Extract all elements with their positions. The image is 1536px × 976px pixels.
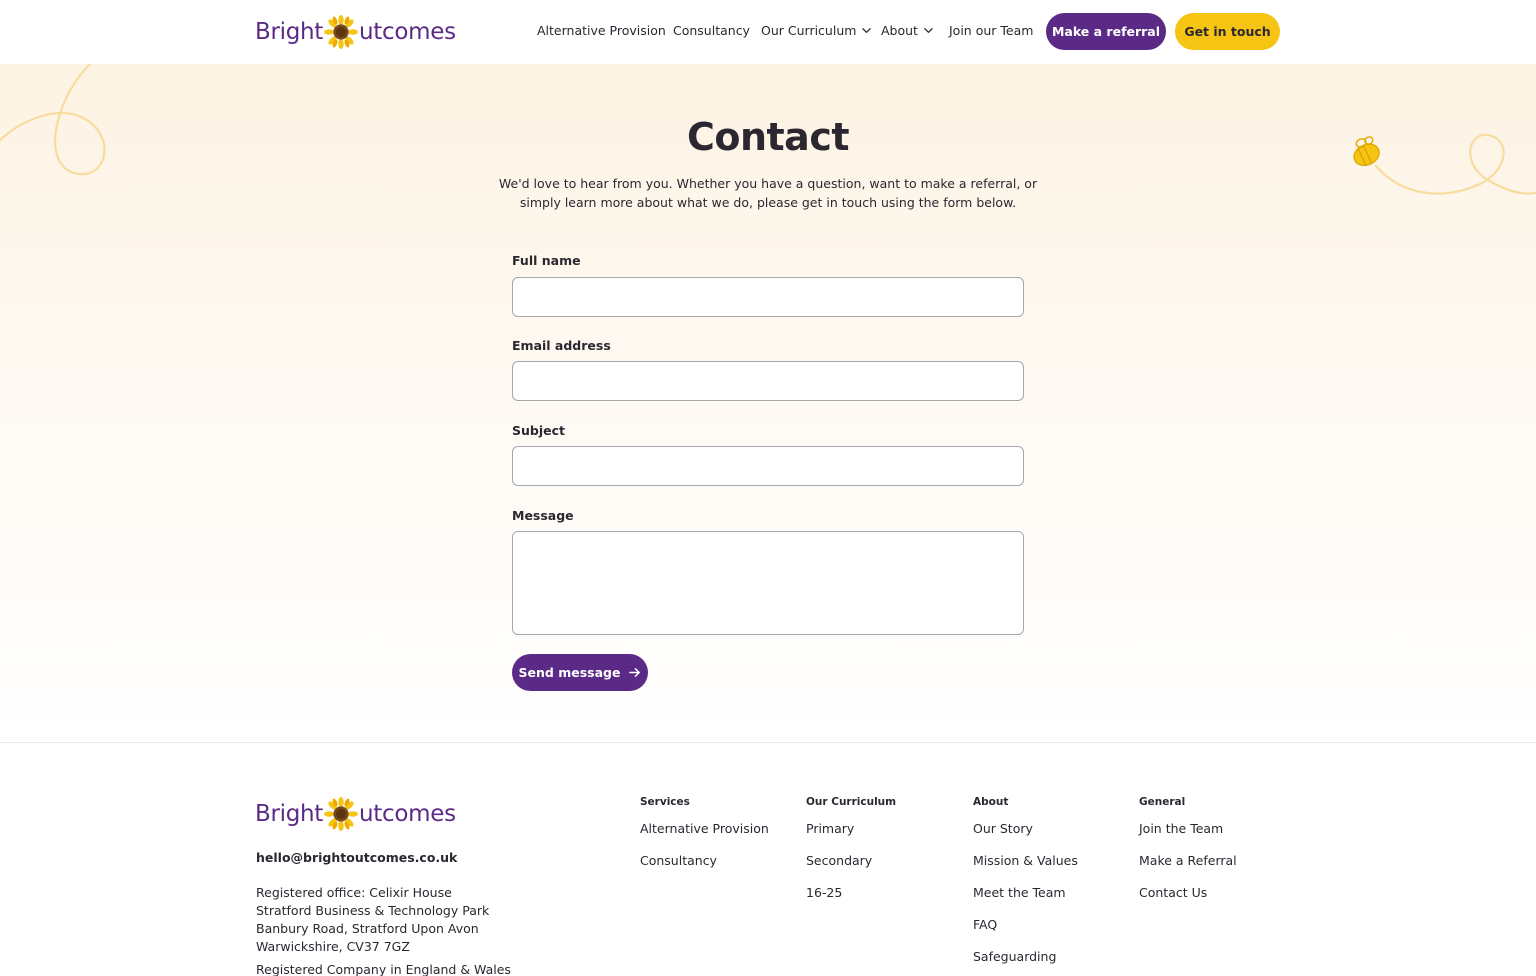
- sunflower-icon: [324, 15, 359, 49]
- sunflower-icon: [324, 797, 359, 831]
- nav-alternative-provision[interactable]: Alternative Provision: [537, 23, 666, 38]
- footer-email-link[interactable]: hello@brightoutcomes.co.uk: [256, 850, 457, 865]
- chevron-down-icon: [862, 28, 872, 33]
- chevron-down-icon: [924, 28, 933, 33]
- email-input[interactable]: [512, 361, 1024, 401]
- footer-link-join-the-team[interactable]: Join the Team: [1139, 821, 1237, 853]
- send-message-button[interactable]: Send message: [512, 654, 648, 691]
- footer-link-consultancy[interactable]: Consultancy: [640, 853, 769, 885]
- footer-link-primary[interactable]: Primary: [806, 821, 896, 853]
- arrow-right-icon: [629, 668, 641, 677]
- nav-consultancy[interactable]: Consultancy: [673, 23, 750, 38]
- footer-link-make-a-referral[interactable]: Make a Referral: [1139, 853, 1237, 885]
- footer-logo[interactable]: Bright utcomes: [255, 794, 456, 834]
- footer-link-secondary[interactable]: Secondary: [806, 853, 896, 885]
- footer-column-heading: Services: [640, 796, 690, 808]
- footer-logo-text-right: utcomes: [359, 801, 456, 827]
- full-name-input[interactable]: [512, 277, 1024, 317]
- footer-link-contact-us[interactable]: Contact Us: [1139, 885, 1237, 917]
- subject-input[interactable]: [512, 446, 1024, 486]
- footer-column-heading: General: [1139, 796, 1186, 808]
- site-footer: Bright utcomes hello@brightoutcomes.co.u…: [0, 743, 1536, 976]
- footer-link-16-25[interactable]: 16-25: [806, 885, 896, 917]
- address-line: Registered office: Celixir House: [256, 885, 452, 900]
- subject-label: Subject: [512, 423, 565, 438]
- site-header: Bright utcomes Alternative Provision Con…: [0, 0, 1536, 64]
- footer-column-heading: Our Curriculum: [806, 796, 897, 808]
- footer-column-general: General Join the Team Make a Referral Co…: [1139, 796, 1237, 917]
- footer-link-our-story[interactable]: Our Story: [973, 821, 1078, 853]
- nav-about-label: About: [881, 23, 918, 38]
- send-message-label: Send message: [518, 665, 621, 680]
- footer-address: Registered office: Celixir House Stratfo…: [256, 884, 489, 956]
- footer-column-curriculum: Our Curriculum Primary Secondary 16-25: [806, 796, 896, 917]
- intro-text: We'd love to hear from you. Whether you …: [498, 176, 1038, 210]
- address-line: Warwickshire, CV37 7GZ: [256, 939, 410, 954]
- logo-text-right: utcomes: [359, 19, 456, 45]
- page-title: Contact: [686, 115, 850, 159]
- nav-our-curriculum[interactable]: Our Curriculum: [761, 23, 872, 38]
- nav-join-our-team[interactable]: Join our Team: [949, 23, 1033, 38]
- nav-about[interactable]: About: [881, 23, 934, 38]
- message-textarea[interactable]: [512, 531, 1024, 635]
- logo-text-left: Bright: [255, 19, 324, 45]
- make-referral-button[interactable]: Make a referral: [1046, 13, 1166, 50]
- footer-link-safeguarding[interactable]: Safeguarding: [973, 949, 1078, 976]
- footer-column-about: About Our Story Mission & Values Meet th…: [973, 796, 1078, 976]
- message-label: Message: [512, 508, 574, 523]
- full-name-label: Full name: [512, 253, 581, 268]
- nav-our-curriculum-label: Our Curriculum: [761, 23, 857, 38]
- registered-company-text: Registered Company in England & Wales: [256, 962, 511, 976]
- footer-logo-text-left: Bright: [255, 801, 324, 827]
- get-in-touch-button[interactable]: Get in touch: [1175, 13, 1280, 50]
- address-line: Banbury Road, Stratford Upon Avon: [256, 921, 479, 936]
- footer-link-meet-the-team[interactable]: Meet the Team: [973, 885, 1078, 917]
- contact-section: Contact We'd love to hear from you. Whet…: [0, 64, 1536, 742]
- footer-column-services: Services Alternative Provision Consultan…: [640, 796, 769, 885]
- footer-column-heading: About: [973, 796, 1009, 808]
- footer-link-faq[interactable]: FAQ: [973, 917, 1078, 949]
- site-logo[interactable]: Bright utcomes: [255, 12, 456, 52]
- footer-link-alternative-provision[interactable]: Alternative Provision: [640, 821, 769, 853]
- footer-link-mission-values[interactable]: Mission & Values: [973, 853, 1078, 885]
- email-label: Email address: [512, 338, 611, 353]
- address-line: Stratford Business & Technology Park: [256, 903, 490, 918]
